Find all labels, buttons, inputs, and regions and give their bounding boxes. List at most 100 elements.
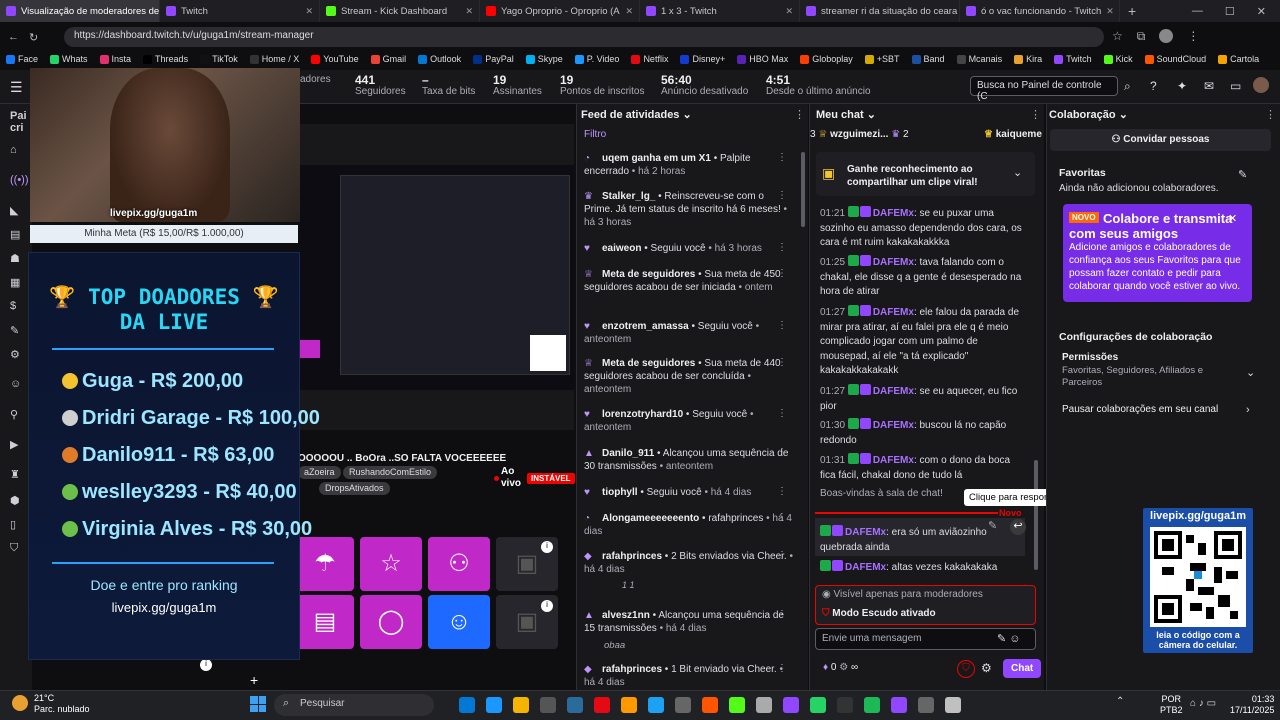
- bookmark-item[interactable]: Insta: [99, 54, 131, 64]
- home-icon[interactable]: ⌂: [10, 144, 17, 156]
- start-icon[interactable]: [250, 696, 266, 712]
- maximize-icon[interactable]: ☐: [1225, 5, 1235, 18]
- taskbar-app-icon[interactable]: [702, 697, 718, 713]
- sparkle-icon[interactable]: ✦: [1177, 79, 1187, 93]
- quick-action-emote-button[interactable]: ☺: [428, 595, 490, 649]
- taskbar-app-icon[interactable]: [945, 697, 961, 713]
- chat-message[interactable]: 01:30 DAFEMx: buscou lá no capão redondo: [820, 418, 1026, 448]
- close-icon[interactable]: ✕: [1257, 5, 1266, 18]
- bookmark-item[interactable]: PayPal: [473, 54, 514, 64]
- chat-bubble-icon[interactable]: ▭: [1230, 79, 1241, 93]
- browser-tab[interactable]: Visualização de moderadores de✕: [0, 0, 160, 22]
- clock[interactable]: 01:33 17/11/2025: [1230, 694, 1274, 716]
- chat-username[interactable]: DAFEMx: [873, 386, 914, 397]
- feed-item[interactable]: ◆ rafahprinces • 2 Bits enviados via Chee…: [584, 550, 794, 576]
- shield-mode-icon[interactable]: ⛉: [957, 660, 975, 678]
- analytics-icon[interactable]: ▤: [10, 228, 20, 241]
- feed-item[interactable]: ◆ rafahprinces • 1 Bit enviado via Cheer.…: [584, 663, 794, 689]
- bookmark-item[interactable]: Twitch: [1054, 54, 1092, 64]
- info-icon[interactable]: i: [541, 600, 553, 612]
- tray-chevron-icon[interactable]: ⌃: [1116, 696, 1124, 707]
- language-indicator[interactable]: POR PTB2: [1160, 694, 1183, 716]
- reply-icon[interactable]: ↩: [1010, 519, 1026, 535]
- more-icon[interactable]: ⋮: [777, 152, 787, 163]
- emote-icon[interactable]: ☺: [10, 378, 21, 390]
- bookmark-item[interactable]: YouTube: [311, 54, 359, 64]
- feed-item[interactable]: ▲ Danilo_911 • Alcançou uma sequência de …: [584, 447, 794, 473]
- bookmark-item[interactable]: Disney+: [680, 54, 725, 64]
- community-icon[interactable]: ☗: [10, 252, 20, 265]
- more-icon[interactable]: ⋮: [1030, 108, 1041, 121]
- chat-message[interactable]: 01:27 DAFEMx: ele falou da parada de mir…: [820, 305, 1026, 379]
- info-icon[interactable]: i: [541, 541, 553, 553]
- chat-username[interactable]: DAFEMx: [873, 307, 914, 318]
- more-icon[interactable]: ⋮: [777, 512, 787, 523]
- quick-action-layout-button[interactable]: ▤: [296, 595, 354, 649]
- more-icon[interactable]: ⋮: [777, 320, 787, 331]
- pin-icon[interactable]: ✎: [988, 519, 997, 532]
- minimize-icon[interactable]: —: [1192, 5, 1203, 17]
- earnings-icon[interactable]: $: [10, 300, 16, 312]
- taskbar-app-icon[interactable]: [567, 697, 583, 713]
- tab-close-icon[interactable]: ✕: [625, 6, 633, 17]
- browser-tab[interactable]: Stream - Kick Dashboard ✕: [320, 0, 480, 22]
- feed-item[interactable]: ◔ Alongameeeeeeento • rafahprinces • há 4…: [584, 512, 794, 538]
- taskbar-app-icon[interactable]: [513, 697, 529, 713]
- chat-username[interactable]: DAFEMx: [873, 208, 914, 219]
- stream-tag[interactable]: DropsAtivados: [319, 482, 390, 495]
- chevron-right-icon[interactable]: ›: [1246, 404, 1250, 416]
- chat-message[interactable]: 01:27 DAFEMx: se eu aquecer, eu fico pio…: [820, 384, 1026, 414]
- filter-button[interactable]: Filtro: [584, 129, 606, 140]
- more-icon[interactable]: ⋮: [777, 357, 787, 368]
- browser-tab[interactable]: ó o vac funcionando - Twitch ✕: [960, 0, 1120, 22]
- feed-item[interactable]: ♕ Meta de seguidores • Sua meta de 450 se…: [584, 268, 794, 294]
- feed-item[interactable]: ◔ uqem ganha em um X1 • Palpite encerrado…: [584, 152, 794, 178]
- browser-tab[interactable]: streamer ri da situação do ceara✕: [800, 0, 960, 22]
- more-icon[interactable]: ⋮: [777, 550, 787, 561]
- add-user-icon[interactable]: ⚲: [10, 408, 18, 421]
- more-icon[interactable]: ⋮: [777, 486, 787, 497]
- taskbar-app-icon[interactable]: [864, 697, 880, 713]
- activity-feed-title[interactable]: Feed de atividades ⌄: [581, 108, 692, 121]
- taskbar-app-icon[interactable]: [783, 697, 799, 713]
- more-icon[interactable]: ⋮: [777, 190, 787, 201]
- shield-icon[interactable]: ⛉: [10, 542, 18, 555]
- search-icon[interactable]: ⌕: [1124, 79, 1131, 94]
- header-stat[interactable]: 56:40 Anúncio desativado: [661, 74, 748, 98]
- tools-icon[interactable]: ✎: [10, 324, 19, 337]
- feed-item[interactable]: ♥ tiophyll • Seguiu você • há 4 dias: [584, 486, 794, 499]
- mail-icon[interactable]: ✉: [1204, 79, 1214, 93]
- quick-action-highlight-button[interactable]: ☆: [360, 537, 422, 591]
- taskbar-app-icon[interactable]: [540, 697, 556, 713]
- feed-item[interactable]: ▲ alvesz1nn • Alcançou uma sequência de 1…: [584, 609, 794, 635]
- bookmark-item[interactable]: Kick: [1103, 54, 1133, 64]
- bookmark-item[interactable]: Skype: [525, 54, 563, 64]
- trophy-icon[interactable]: ♜: [10, 468, 20, 481]
- more-icon[interactable]: ⋮: [777, 242, 787, 253]
- chat-username[interactable]: DAFEMx: [873, 257, 914, 268]
- settings-icon[interactable]: ⚙: [981, 661, 992, 675]
- bookmark-item[interactable]: Cartola: [1218, 54, 1259, 64]
- taskbar-app-icon[interactable]: [837, 697, 853, 713]
- permissions-label[interactable]: Permissões: [1062, 352, 1118, 363]
- quick-action-timer-button[interactable]: ◯: [360, 595, 422, 649]
- chat-scrollbar[interactable]: [1034, 460, 1038, 570]
- help-icon[interactable]: ?: [1150, 79, 1157, 93]
- taskbar-app-icon[interactable]: [459, 697, 475, 713]
- bookmark-item[interactable]: Home / X: [249, 54, 299, 64]
- bookmark-item[interactable]: Globoplay: [800, 54, 853, 64]
- quick-action-button[interactable]: ☂: [296, 537, 354, 591]
- invite-people-button[interactable]: ⚇ Convidar pessoas: [1050, 129, 1271, 151]
- taskbar-app-icon[interactable]: [675, 697, 691, 713]
- bookmark-item[interactable]: HBO Max: [737, 54, 788, 64]
- bookmark-item[interactable]: Gmail: [370, 54, 406, 64]
- taskbar-app-icon[interactable]: [891, 697, 907, 713]
- bookmark-item[interactable]: P. Video: [574, 54, 619, 64]
- browser-tab[interactable]: Yago Oproprio - Oproprio (A ✕: [480, 0, 640, 22]
- header-stat[interactable]: 19 Assinantes: [493, 74, 542, 98]
- profile-avatar[interactable]: [1159, 29, 1174, 43]
- channel-points[interactable]: ♦ 0 ⚙ ∞: [823, 662, 858, 673]
- stream-tag[interactable]: aZoeira: [298, 466, 341, 479]
- taskbar-app-icon[interactable]: [648, 697, 664, 713]
- tab-close-icon[interactable]: ✕: [305, 6, 313, 17]
